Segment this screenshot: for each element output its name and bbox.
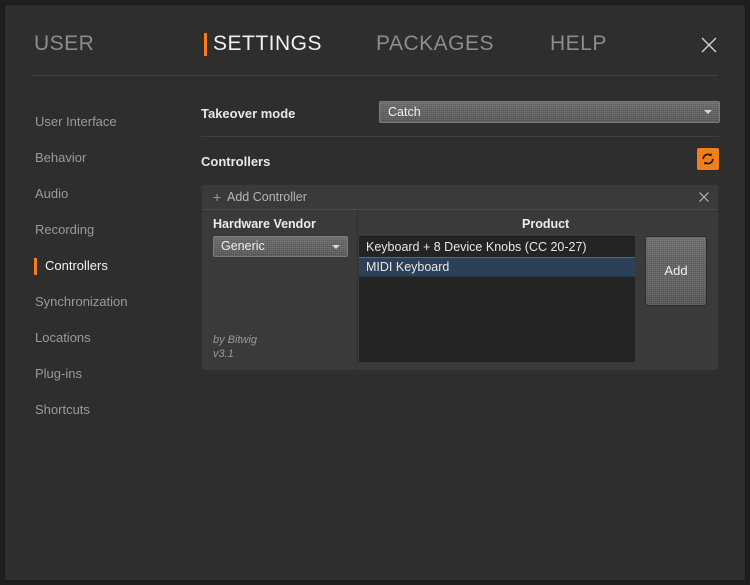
add-controller-panel-body: Hardware Vendor Generic by Bitwig v3.1 P… <box>202 210 718 370</box>
chevron-down-icon <box>332 244 340 249</box>
sidebar-item-label: Plug-ins <box>35 366 82 381</box>
tab-help-label: HELP <box>550 32 607 55</box>
sidebar-item-label: Behavior <box>35 150 87 165</box>
close-icon[interactable] <box>699 35 719 55</box>
hardware-vendor-column: Hardware Vendor Generic by Bitwig v3.1 <box>202 210 358 370</box>
vendor-author: by Bitwig <box>213 334 258 346</box>
sidebar-item-label: Audio <box>35 186 69 201</box>
takeover-mode-label: Takeover mode <box>201 106 296 121</box>
controllers-header-row: Controllers <box>201 148 719 176</box>
sidebar-item-label: Controllers <box>45 258 108 273</box>
sidebar-item-label: Recording <box>35 222 95 237</box>
vendor-metadata: by Bitwig v3.1 <box>213 333 257 361</box>
sidebar-item-label: Synchronization <box>35 294 128 309</box>
product-header: Product <box>522 217 570 231</box>
sidebar-item-shortcuts[interactable]: Shortcuts <box>5 392 201 428</box>
settings-main-panel: Takeover mode Catch Controllers + Add Co… <box>201 78 745 580</box>
tab-settings[interactable]: SETTINGS <box>204 31 323 57</box>
product-list[interactable]: Keyboard + 8 Device Knobs (CC 20-27) MID… <box>359 236 635 362</box>
product-column: Product Keyboard + 8 Device Knobs (CC 20… <box>359 210 635 370</box>
add-controller-panel-header: + Add Controller <box>202 185 718 210</box>
sidebar-item-label: User Interface <box>35 114 117 129</box>
window-header: USER SETTINGS PACKAGES HELP <box>5 5 745 78</box>
hardware-vendor-select[interactable]: Generic <box>213 236 348 257</box>
sidebar-item-audio[interactable]: Audio <box>5 176 201 212</box>
close-icon[interactable] <box>698 191 710 203</box>
chevron-down-icon <box>704 110 712 114</box>
plus-icon: + <box>213 189 222 205</box>
tab-user-label: USER <box>34 32 95 55</box>
refresh-icon[interactable] <box>697 148 719 170</box>
takeover-mode-select[interactable]: Catch <box>379 101 720 123</box>
sidebar-item-behavior[interactable]: Behavior <box>5 140 201 176</box>
sidebar-item-recording[interactable]: Recording <box>5 212 201 248</box>
takeover-mode-row: Takeover mode Catch <box>201 100 720 127</box>
sidebar-item-locations[interactable]: Locations <box>5 320 201 356</box>
window-body: User Interface Behavior Audio Recording … <box>5 78 745 580</box>
tab-packages-label: PACKAGES <box>376 32 494 55</box>
tab-packages[interactable]: PACKAGES <box>376 31 494 57</box>
hardware-vendor-header: Hardware Vendor <box>213 217 316 231</box>
settings-window: USER SETTINGS PACKAGES HELP User Interfa… <box>4 4 746 581</box>
hardware-vendor-value: Generic <box>221 239 265 253</box>
add-button-label: Add <box>664 263 688 278</box>
add-controller-panel: + Add Controller Hardware Vendor Generic… <box>201 184 719 371</box>
list-item[interactable]: MIDI Keyboard <box>359 257 635 277</box>
active-sidebar-indicator <box>34 258 37 275</box>
sidebar-item-label: Locations <box>35 330 91 345</box>
add-controller-title: Add Controller <box>227 190 307 204</box>
tab-help[interactable]: HELP <box>550 31 607 57</box>
vendor-version: v3.1 <box>213 348 234 360</box>
sidebar-item-label: Shortcuts <box>35 402 90 417</box>
takeover-mode-value: Catch <box>388 105 421 119</box>
sidebar-item-plug-ins[interactable]: Plug-ins <box>5 356 201 392</box>
settings-sidebar: User Interface Behavior Audio Recording … <box>5 78 201 580</box>
header-divider <box>32 75 718 76</box>
sidebar-item-user-interface[interactable]: User Interface <box>5 104 201 140</box>
tab-user[interactable]: USER <box>34 31 94 57</box>
tab-settings-label: SETTINGS <box>213 32 323 55</box>
sidebar-item-controllers[interactable]: Controllers <box>5 248 201 284</box>
list-item[interactable]: Keyboard + 8 Device Knobs (CC 20-27) <box>359 237 635 257</box>
sidebar-item-synchronization[interactable]: Synchronization <box>5 284 201 320</box>
add-button[interactable]: Add <box>645 236 707 306</box>
active-tab-indicator <box>204 33 207 56</box>
controllers-heading: Controllers <box>201 154 271 169</box>
section-divider <box>201 136 719 137</box>
